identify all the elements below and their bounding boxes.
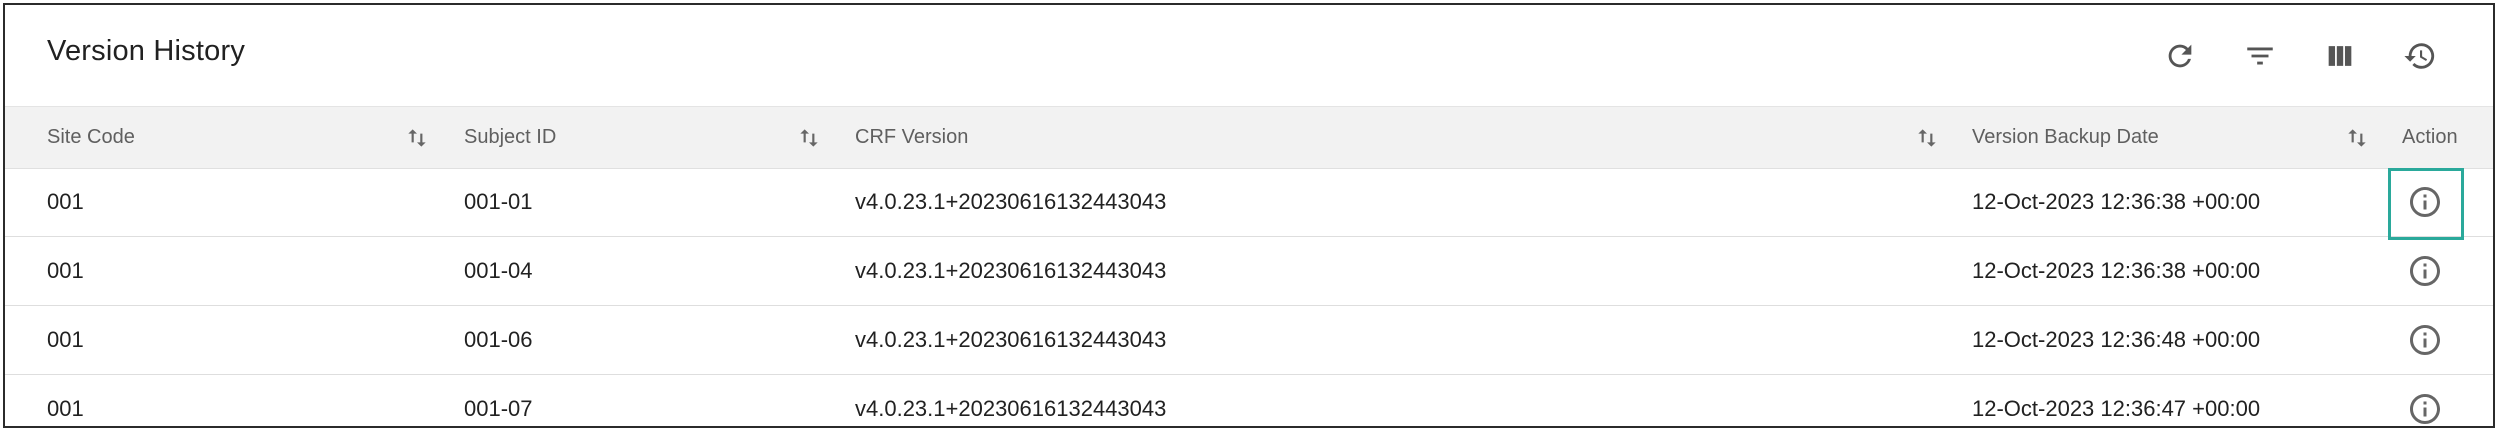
column-header-subject-id[interactable]: Subject ID (464, 107, 556, 168)
info-button[interactable] (2407, 322, 2443, 358)
filter-button[interactable] (2240, 36, 2280, 76)
version-history-panel: Version History Site Code Subject ID CRF… (3, 3, 2495, 428)
cell-crf-version: v4.0.23.1+20230616132443043 (855, 189, 1167, 214)
cell-crf-version: v4.0.23.1+20230616132443043 (855, 327, 1167, 352)
info-button[interactable] (2407, 184, 2443, 220)
cell-site-code: 001 (47, 258, 84, 283)
column-header-version-backup-date[interactable]: Version Backup Date (1972, 107, 2159, 168)
sort-icon[interactable] (1914, 125, 1940, 151)
sort-icon[interactable] (404, 125, 430, 151)
columns-icon (2328, 46, 2352, 66)
info-button[interactable] (2407, 253, 2443, 289)
columns-button[interactable] (2320, 36, 2360, 76)
info-button[interactable] (2407, 391, 2443, 426)
history-icon (2404, 43, 2435, 69)
cell-site-code: 001 (47, 189, 84, 214)
table-header: Site Code Subject ID CRF Version Version… (5, 106, 2493, 169)
info-icon (2410, 394, 2440, 424)
cell-crf-version: v4.0.23.1+20230616132443043 (855, 396, 1167, 421)
cell-subject-id: 001-04 (464, 258, 533, 283)
cell-crf-version: v4.0.23.1+20230616132443043 (855, 258, 1167, 283)
cell-backup-date: 12-Oct-2023 12:36:38 +00:00 (1972, 258, 2261, 283)
refresh-button[interactable] (2160, 36, 2200, 76)
sort-icon[interactable] (2344, 125, 2370, 151)
page-title: Version History (47, 35, 246, 67)
cell-backup-date: 12-Oct-2023 12:36:38 +00:00 (1972, 189, 2261, 214)
refresh-icon (2168, 44, 2192, 68)
sort-icon[interactable] (796, 125, 822, 151)
panel-header: Version History (5, 5, 2493, 106)
table-row[interactable]: 001 001-07 v4.0.23.1+20230616132443043 1… (5, 375, 2493, 426)
column-header-crf-version[interactable]: CRF Version (855, 107, 968, 168)
cell-subject-id: 001-06 (464, 327, 533, 352)
cell-backup-date: 12-Oct-2023 12:36:48 +00:00 (1972, 327, 2261, 352)
info-icon (2410, 256, 2440, 286)
table-row[interactable]: 001 001-04 v4.0.23.1+20230616132443043 1… (5, 237, 2493, 306)
column-header-site-code[interactable]: Site Code (47, 107, 135, 168)
table-row[interactable]: 001 001-01 v4.0.23.1+20230616132443043 1… (5, 168, 2493, 237)
info-icon (2410, 187, 2440, 217)
filter-icon (2247, 47, 2273, 65)
table-row[interactable]: 001 001-06 v4.0.23.1+20230616132443043 1… (5, 306, 2493, 375)
info-icon (2410, 325, 2440, 355)
cell-site-code: 001 (47, 396, 84, 421)
history-button[interactable] (2400, 36, 2440, 76)
cell-subject-id: 001-07 (464, 396, 533, 421)
cell-backup-date: 12-Oct-2023 12:36:47 +00:00 (1972, 396, 2261, 421)
column-header-action: Action (2402, 126, 2458, 148)
cell-site-code: 001 (47, 327, 84, 352)
cell-subject-id: 001-01 (464, 189, 533, 214)
